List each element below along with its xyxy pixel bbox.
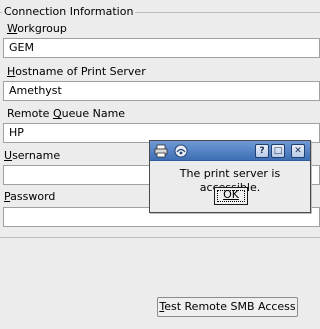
- dialog-titlebar[interactable]: ? □ ✕: [150, 141, 310, 161]
- hostname-label: Hostname of Print Server: [7, 65, 146, 78]
- help-button[interactable]: ?: [255, 144, 269, 158]
- close-button[interactable]: ✕: [291, 144, 305, 158]
- remote-queue-name-label: Remote Queue Name: [7, 107, 126, 120]
- printer-icon: [154, 144, 168, 161]
- test-remote-smb-access-button[interactable]: Test Remote SMB Access: [157, 297, 298, 317]
- ok-button[interactable]: OK: [214, 187, 248, 205]
- group-title: Connection Information: [2, 5, 136, 19]
- system-menu-icon[interactable]: [174, 144, 188, 161]
- test-button-label: est Remote SMB Access: [164, 300, 296, 313]
- workgroup-input[interactable]: GEM: [3, 38, 320, 58]
- workgroup-label: Workgroup: [7, 22, 67, 35]
- hostname-input[interactable]: Amethyst: [3, 81, 320, 101]
- password-label: Password: [4, 190, 56, 203]
- info-dialog: ? □ ✕ The print server is accessible. OK: [149, 140, 311, 213]
- maximize-button[interactable]: □: [271, 144, 285, 158]
- ok-label: OK: [223, 188, 239, 201]
- username-label: Username: [4, 149, 61, 162]
